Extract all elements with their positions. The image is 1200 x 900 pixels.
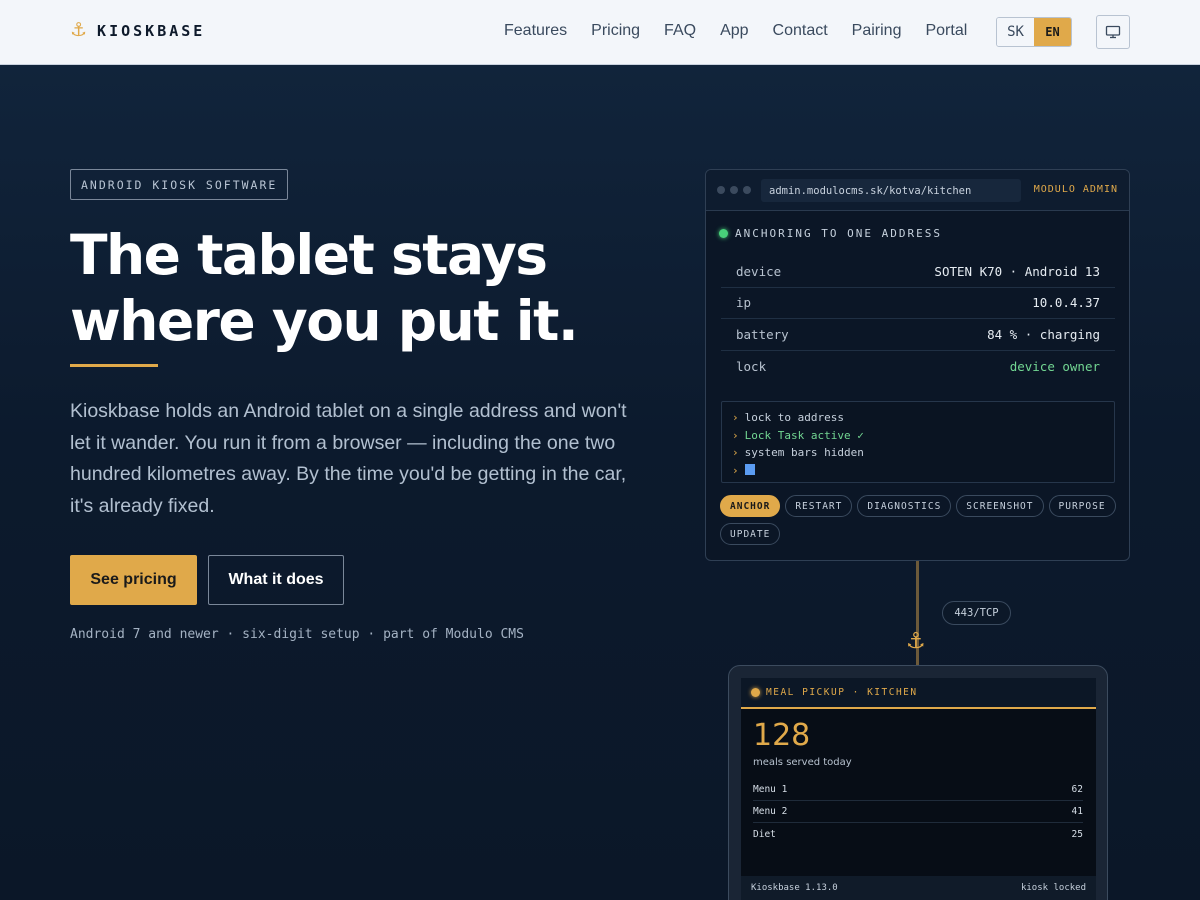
brand-name: KIOSKBASE [97, 22, 206, 40]
lang-sk-button[interactable]: SK [997, 18, 1034, 46]
language-switch: SK EN [996, 17, 1072, 47]
list-item: Diet 25 [753, 828, 1083, 840]
row-value: 84 % · charging [987, 326, 1100, 342]
brand-logo[interactable]: ⚓ KIOSKBASE [70, 20, 205, 42]
row-key: device [736, 263, 782, 279]
admin-url-bar: admin.modulocms.sk/kotva/kitchen [761, 179, 1021, 202]
nav-item-portal[interactable]: Portal [925, 21, 967, 41]
diagnostics-chip[interactable]: DIAGNOSTICS [857, 495, 952, 517]
admin-console: › lock to address › Lock Task active ✓ › sy… [721, 401, 1115, 483]
tablet-footer: Kioskbase 1.13.0 kiosk locked [741, 876, 1096, 900]
nav-item-contact[interactable]: Contact [773, 21, 828, 41]
console-line: › system bars hidden [732, 446, 864, 459]
command-chips: ANCHOR RESTART DIAGNOSTICS SCREENSHOT PU… [720, 495, 1120, 545]
list-item: Menu 2 41 [753, 801, 1083, 823]
anchor-chip[interactable]: ANCHOR [720, 495, 781, 517]
meals-caption: meals served today [753, 757, 852, 768]
anchor-icon: ⚓ [70, 20, 88, 41]
status-dot-icon [719, 229, 728, 238]
app-version: Kioskbase 1.13.0 [751, 883, 838, 893]
row-value: SOTEN K70 · Android 13 [934, 263, 1100, 279]
see-pricing-button[interactable]: See pricing [70, 555, 197, 605]
hero-subnote: Android 7 and newer · six-digit setup · … [70, 627, 524, 642]
console-input-line[interactable]: › [732, 462, 1104, 480]
tablet-device: MEAL PICKUP · KITCHEN 128 meals served t… [728, 665, 1108, 900]
list-item: Menu 1 62 [753, 779, 1083, 801]
console-line: › lock to address [732, 411, 844, 424]
table-row: device SOTEN K70 · Android 13 [721, 256, 1115, 288]
restart-chip[interactable]: RESTART [785, 495, 853, 517]
headline-line-2: where you put it. [70, 289, 579, 353]
nav-item-app[interactable]: App [720, 21, 748, 41]
port-badge: 443/TCP [942, 601, 1011, 625]
window-dots [717, 186, 751, 194]
row-key: battery [736, 326, 789, 342]
nav-menu: Features Pricing FAQ App Contact Pairing… [504, 21, 967, 41]
headline-underline [70, 364, 158, 367]
lang-en-button[interactable]: EN [1034, 18, 1071, 46]
nav-item-pairing[interactable]: Pairing [852, 21, 902, 41]
headline-line-1: The tablet stays [70, 223, 548, 287]
admin-tag: MODULO ADMIN [1033, 184, 1118, 195]
what-it-does-button[interactable]: What it does [208, 555, 344, 605]
cursor-icon [744, 463, 755, 475]
anchor-status: ANCHORING TO ONE ADDRESS [719, 227, 942, 240]
anchor-status-text: ANCHORING TO ONE ADDRESS [735, 227, 942, 240]
top-nav: ⚓ KIOSKBASE Features Pricing FAQ App Con… [0, 0, 1200, 65]
table-row: battery 84 % · charging [721, 319, 1115, 351]
table-row: lock device owner [721, 351, 1115, 383]
nav-item-faq[interactable]: FAQ [664, 21, 696, 41]
screenshot-chip[interactable]: SCREENSHOT [956, 495, 1044, 517]
anchor-icon: ⚓ [906, 628, 926, 653]
tablet-header-text: MEAL PICKUP · KITCHEN [766, 687, 918, 698]
device-info-table: device SOTEN K70 · Android 13 ip 10.0.4.… [721, 256, 1115, 382]
tablet-screen: MEAL PICKUP · KITCHEN 128 meals served t… [741, 678, 1096, 900]
row-value: 10.0.4.37 [1032, 295, 1100, 311]
purpose-chip[interactable]: PURPOSE [1048, 495, 1116, 517]
hero-lead: Kioskbase holds an Android tablet on a s… [70, 400, 627, 517]
meals-count: 128 [753, 718, 811, 753]
admin-titlebar: admin.modulocms.sk/kotva/kitchen MODULO … [706, 170, 1129, 211]
hero-headline: The tablet stays where you put it. [70, 222, 670, 354]
row-key: lock [736, 358, 767, 374]
row-value: device owner [1009, 358, 1100, 374]
console-line: › Lock Task active ✓ [732, 428, 864, 442]
update-chip[interactable]: UPDATE [720, 523, 781, 545]
screen-mode-button[interactable] [1096, 15, 1130, 49]
table-row: ip 10.0.4.37 [721, 288, 1115, 319]
nav-item-pricing[interactable]: Pricing [591, 21, 640, 41]
hero-badge: ANDROID KIOSK SOFTWARE [70, 169, 289, 200]
row-key: ip [736, 295, 752, 311]
status-dot-icon [751, 688, 760, 697]
tablet-header: MEAL PICKUP · KITCHEN [741, 678, 1096, 709]
meal-list: Menu 1 62 Menu 2 41 Diet 25 [753, 779, 1083, 845]
kiosk-status: kiosk locked [1020, 883, 1086, 893]
admin-window: admin.modulocms.sk/kotva/kitchen MODULO … [705, 169, 1130, 561]
nav-item-features[interactable]: Features [504, 21, 567, 41]
monitor-icon [1105, 25, 1121, 39]
